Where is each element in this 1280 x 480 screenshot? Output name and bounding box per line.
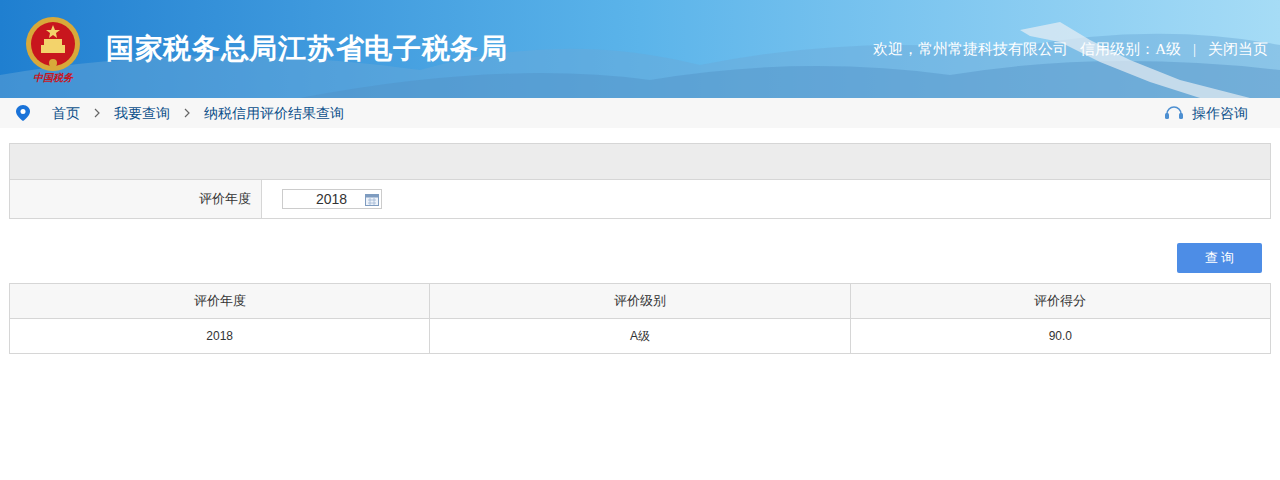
query-button[interactable]: 查 询 — [1177, 243, 1262, 273]
column-header: 评价级别 — [430, 284, 850, 319]
result-table: 评价年度评价级别评价得分2018A级90.0 — [9, 283, 1271, 354]
page: 中国税务国家税务总局江苏省电子税务局 欢迎，常州常捷科技有限公司信用级别：A级 | 关… — [0, 0, 1280, 480]
help-link[interactable]: 操作咨询 — [1164, 103, 1248, 124]
field-label: 评价年度 — [10, 180, 262, 218]
site-title: 国家税务总局江苏省电子税务局 — [106, 28, 508, 70]
breadcrumb-item[interactable]: 纳税信用评价结果查询 — [204, 103, 344, 124]
header: 中国税务国家税务总局江苏省电子税务局 欢迎，常州常捷科技有限公司信用级别：A级 | 关… — [0, 0, 1280, 98]
emblem-icon — [24, 15, 82, 73]
welcome-text: 欢迎，常州常捷科技有限公司 — [873, 38, 1068, 61]
table-header-row: 评价年度评价级别评价得分 — [10, 284, 1271, 319]
year-input[interactable]: 2018 — [282, 189, 382, 209]
breadcrumb-bar: 首页 我要查询 纳税信用评价结果查询 操作咨询 — [0, 98, 1280, 128]
calendar-icon — [365, 193, 379, 206]
chevron-icon — [92, 108, 102, 118]
chevron-icon — [182, 108, 192, 118]
table-cell: 90.0 — [850, 319, 1270, 354]
credit-level: 信用级别：A级 — [1080, 38, 1181, 61]
column-header: 评价年度 — [10, 284, 430, 319]
table-cell: 2018 — [10, 319, 430, 354]
table-cell: A级 — [430, 319, 850, 354]
headset-icon — [1164, 104, 1184, 122]
separator: | — [1193, 38, 1196, 61]
query-form: 评价年度 2018 — [9, 143, 1271, 219]
breadcrumb-item[interactable]: 我要查询 — [114, 103, 170, 124]
table-row: 2018A级90.0 — [10, 319, 1271, 354]
breadcrumb-item[interactable]: 首页 — [52, 103, 80, 124]
close-page-link[interactable]: 关闭当页 — [1208, 38, 1268, 61]
user-info: 欢迎，常州常捷科技有限公司信用级别：A级 | 关闭当页 — [873, 38, 1268, 61]
logo: 中国税务 — [22, 15, 84, 83]
column-header: 评价得分 — [850, 284, 1270, 319]
location-pin-icon — [16, 105, 30, 121]
form-header — [10, 144, 1270, 180]
form-row: 评价年度 2018 — [10, 180, 1270, 218]
